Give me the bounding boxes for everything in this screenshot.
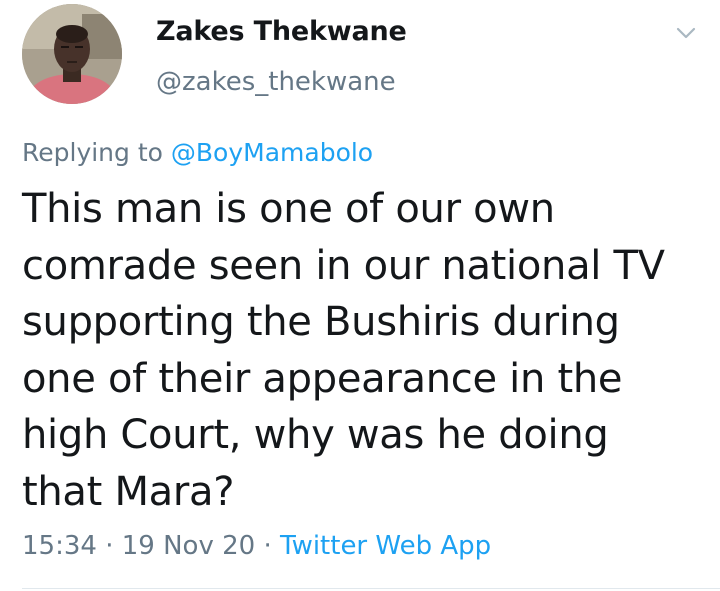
replying-prefix: Replying to	[22, 138, 171, 167]
avatar[interactable]	[22, 4, 122, 104]
tweet-card: Zakes Thekwane @zakes_thekwane Replying …	[0, 0, 720, 591]
meta-separator: ·	[96, 531, 122, 561]
replying-to: Replying to @BoyMamabolo	[22, 138, 373, 167]
author-display-name[interactable]: Zakes Thekwane	[156, 16, 407, 47]
tweet-source-link[interactable]: Twitter Web App	[280, 531, 491, 561]
tweet-text-line: one of their appearance in the	[22, 355, 623, 402]
divider	[22, 588, 720, 589]
tweet-date[interactable]: 19 Nov 20	[122, 531, 255, 561]
tweet-time[interactable]: 15:34	[22, 531, 97, 561]
author-handle[interactable]: @zakes_thekwane	[156, 67, 396, 97]
tweet-text-line: high Court, why was he doing	[22, 412, 609, 458]
tweet-text-line: This man is one of our own	[22, 186, 555, 232]
reply-mention-link[interactable]: @BoyMamabolo	[171, 138, 373, 167]
chevron-down-icon[interactable]	[672, 22, 700, 44]
tweet-text: This man is one of our own comrade seen …	[22, 181, 702, 520]
tweet-text-line: comrade seen in our national TV	[22, 242, 665, 289]
tweet-text-line: that Mara?	[22, 468, 235, 515]
profile-photo-icon	[22, 4, 122, 104]
tweet-text-line: supporting the Bushiris during	[22, 299, 620, 345]
tweet-meta: 15:34 · 19 Nov 20 · Twitter Web App	[22, 531, 491, 561]
meta-separator: ·	[255, 531, 280, 561]
